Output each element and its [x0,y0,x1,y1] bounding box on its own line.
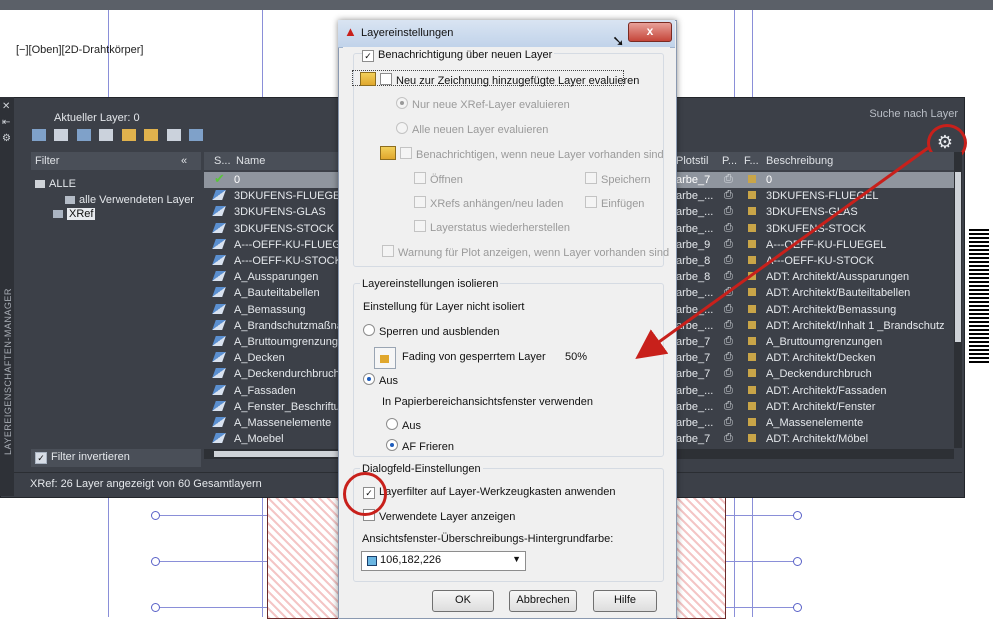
annotation-arrow [635,146,929,360]
